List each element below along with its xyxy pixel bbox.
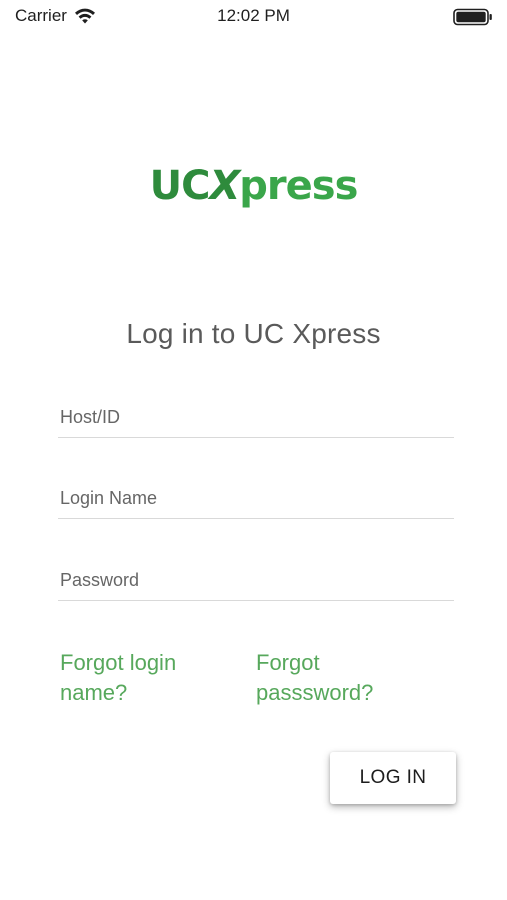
page-title: Log in to UC Xpress [126, 318, 381, 349]
battery-icon [453, 8, 492, 26]
host-id-input[interactable] [58, 397, 454, 437]
status-time: 12:02 PM [217, 6, 290, 25]
password-input[interactable] [58, 560, 454, 600]
host-field [58, 397, 454, 438]
forgot-login-name-link[interactable]: Forgot login name? [60, 648, 230, 708]
logo-part-x: X [209, 163, 240, 209]
password-field [58, 560, 454, 601]
logo-part-press: press [239, 163, 358, 209]
app-logo: UCXpress [0, 163, 507, 209]
login-name-field [58, 478, 454, 519]
status-bar: Carrier 12:02 PM [0, 0, 507, 34]
logo-part-uc: UC [149, 163, 211, 209]
forgot-password-link[interactable]: Forgot passsword? [256, 648, 426, 708]
login-name-input[interactable] [58, 478, 454, 518]
login-button[interactable]: LOG IN [330, 752, 456, 804]
